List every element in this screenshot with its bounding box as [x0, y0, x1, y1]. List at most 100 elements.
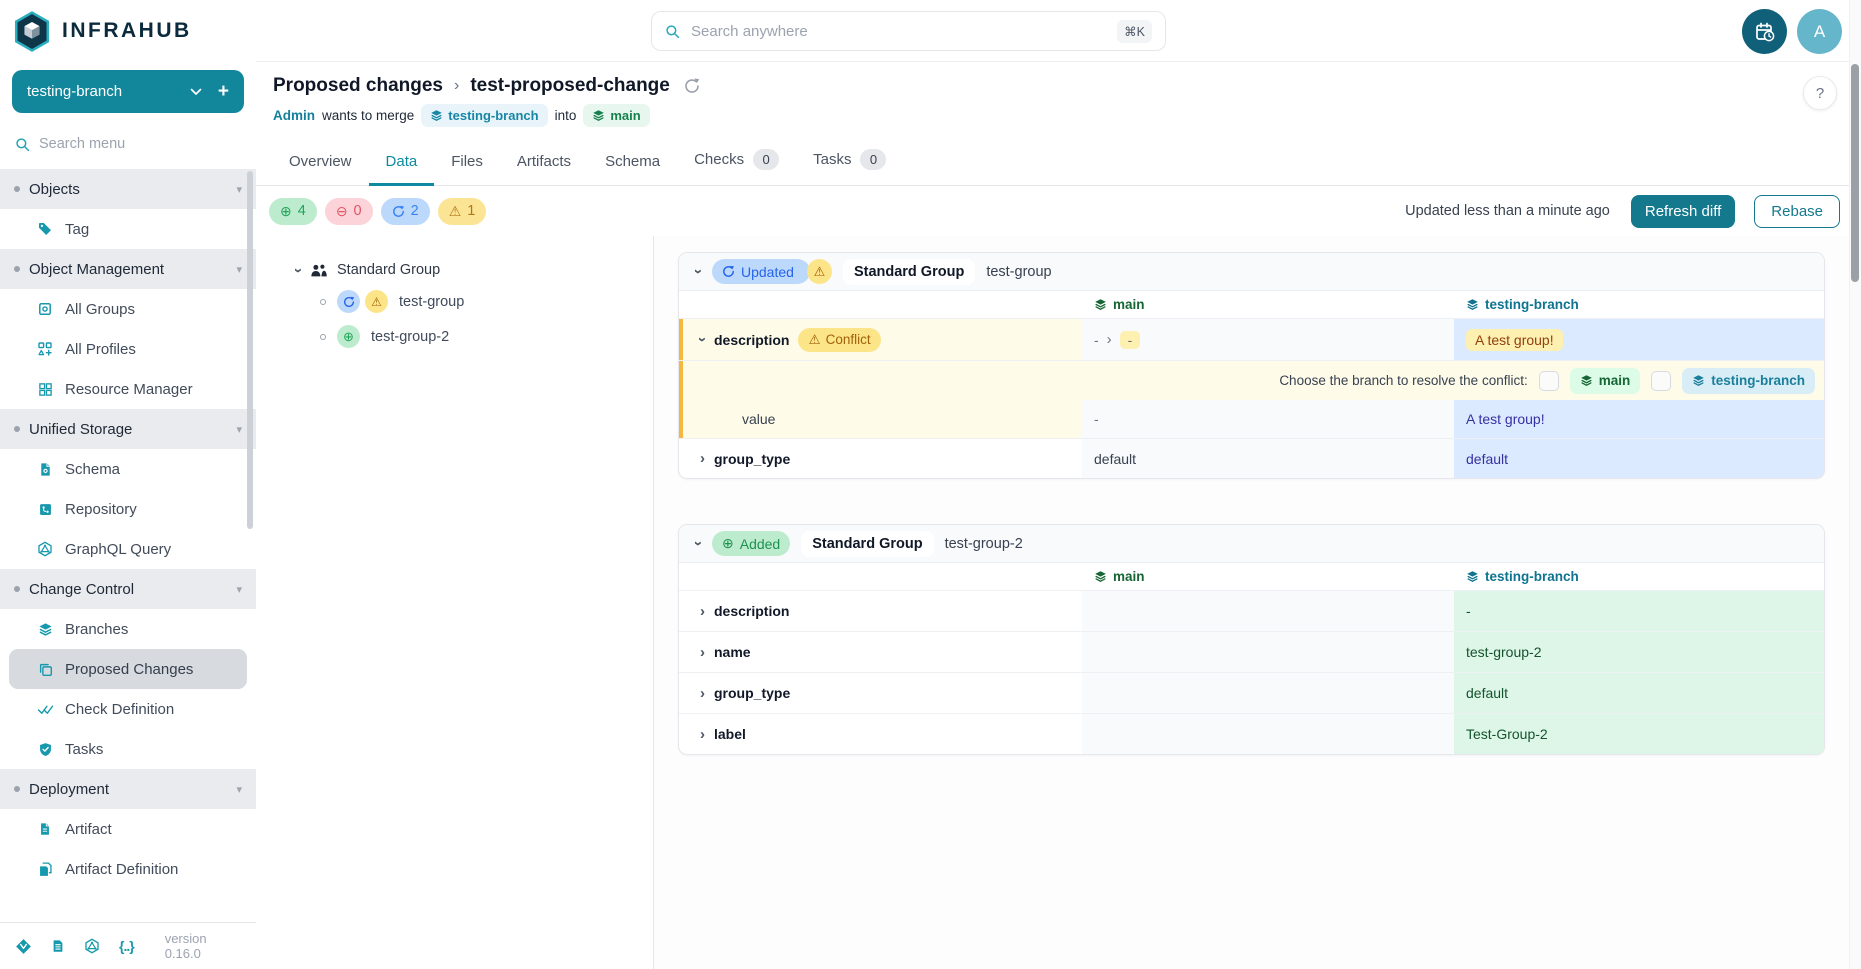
- topbar: ⌘K A: [256, 0, 1861, 62]
- tab-overview[interactable]: Overview: [272, 153, 369, 186]
- nav-item-label: Artifact Definition: [65, 861, 178, 878]
- nav-item-label: Branches: [65, 621, 128, 638]
- attribute-name: group_type: [714, 451, 790, 467]
- avatar[interactable]: A: [1797, 9, 1842, 54]
- resolve-branch-badge[interactable]: testing-branch: [1682, 368, 1815, 394]
- sidebar-item-tag[interactable]: Tag: [0, 209, 256, 249]
- page-title: test-proposed-change: [470, 75, 670, 97]
- row-description[interactable]: › description -: [679, 590, 1824, 631]
- sidebar-item-proposed-changes[interactable]: Proposed Changes: [9, 649, 247, 689]
- branch-layers-icon: [592, 109, 605, 122]
- sidebar-item-graphql-query[interactable]: GraphQL Query: [0, 529, 256, 569]
- nav-section-deployment[interactable]: Deployment ▾: [0, 769, 256, 809]
- page-scrollbar-thumb[interactable]: [1851, 64, 1859, 282]
- diff-tree-panel: › Standard Group ⚠ test-group: [256, 236, 654, 969]
- page-header: Proposed changes › test-proposed-change …: [256, 62, 1861, 138]
- updated-status-badge: Updated: [712, 259, 810, 284]
- sidebar-item-all-profiles[interactable]: All Profiles: [0, 329, 256, 369]
- conflict-count-badge: ⚠ 1: [438, 198, 487, 225]
- tab-files[interactable]: Files: [434, 153, 500, 186]
- diff-card-header[interactable]: › Updated ⚠ Standard Group test-group: [679, 253, 1824, 291]
- main-value: default: [1094, 451, 1136, 467]
- sidebar-item-artifact-definition[interactable]: Artifact Definition: [0, 849, 256, 889]
- docs-icon[interactable]: [51, 939, 65, 953]
- tree-node-test-group-2[interactable]: ⊕ test-group-2: [320, 325, 653, 348]
- nav-section-object-management[interactable]: Object Management ▾: [0, 249, 256, 289]
- sidebar-item-schema[interactable]: Schema: [0, 449, 256, 489]
- tab-tasks[interactable]: Tasks 0: [796, 149, 903, 186]
- branch-value: default: [1466, 685, 1508, 701]
- conflict-mini-badge: ⚠: [365, 290, 388, 313]
- nav-section-unified-storage[interactable]: Unified Storage ▾: [0, 409, 256, 449]
- object-name: test-group: [986, 264, 1051, 280]
- tab-label: Artifacts: [517, 153, 571, 170]
- nav-section-objects[interactable]: Objects ▾: [0, 169, 256, 209]
- global-search[interactable]: ⌘K: [651, 11, 1166, 51]
- sidebar-scrollbar-thumb[interactable]: [247, 171, 253, 529]
- resolve-branch-checkbox[interactable]: [1651, 371, 1671, 391]
- branch-selector[interactable]: testing-branch +: [12, 70, 244, 113]
- calendar-clock-icon: [1754, 21, 1776, 43]
- graphql-icon: [36, 541, 54, 557]
- tab-checks[interactable]: Checks0: [677, 149, 796, 186]
- sidebar-item-artifact[interactable]: Artifact: [0, 809, 256, 849]
- sidebar-item-check-definition[interactable]: Check Definition: [0, 689, 256, 729]
- tasks-count-badge: 0: [860, 149, 886, 170]
- row-description[interactable]: › description ⚠ Conflict - › -: [679, 318, 1824, 360]
- help-button[interactable]: ?: [1803, 76, 1837, 110]
- target-branch-badge: main: [583, 104, 649, 127]
- logo[interactable]: INFRAHUB: [0, 0, 256, 62]
- sidebar-item-all-groups[interactable]: All Groups: [0, 289, 256, 329]
- branch-column-header: testing-branch: [1454, 291, 1825, 318]
- tree-node-standard-group[interactable]: › Standard Group: [296, 262, 653, 278]
- sidebar-item-tasks[interactable]: Tasks: [0, 729, 256, 769]
- global-search-input[interactable]: [691, 23, 1106, 40]
- conflict-label: Conflict: [826, 332, 871, 347]
- swagger-braces-icon[interactable]: {..}: [119, 938, 134, 954]
- sidebar-search-input[interactable]: [39, 136, 241, 152]
- main-column-header: main: [1082, 563, 1454, 590]
- sidebar-item-resource-manager[interactable]: Resource Manager: [0, 369, 256, 409]
- add-branch-button[interactable]: +: [218, 81, 229, 103]
- updated-count: 2: [411, 203, 419, 219]
- resolve-main-checkbox[interactable]: [1539, 371, 1559, 391]
- tab-artifacts[interactable]: Artifacts: [500, 153, 588, 186]
- diff-cards-panel: › Updated ⚠ Standard Group test-group: [654, 236, 1861, 969]
- sidebar-nav: Objects ▾ Tag Object Management ▾ All Gr…: [0, 169, 256, 922]
- tree-bullet-icon: [320, 299, 326, 305]
- search-icon: [15, 137, 30, 152]
- rebase-button[interactable]: Rebase: [1754, 195, 1840, 228]
- row-group-type[interactable]: › group_type default default: [679, 438, 1824, 478]
- resolve-main-badge[interactable]: main: [1570, 368, 1641, 394]
- refresh-icon[interactable]: [683, 77, 701, 95]
- tab-schema[interactable]: Schema: [588, 153, 677, 186]
- tab-label: Tasks: [813, 151, 851, 168]
- row-label[interactable]: › label Test-Group-2: [679, 713, 1824, 754]
- infrahub-app: INFRAHUB testing-branch + Objects ▾: [0, 0, 1861, 969]
- diff-card-header[interactable]: › ⊕ Added Standard Group test-group-2: [679, 525, 1824, 563]
- object-type-badge: Standard Group: [843, 259, 975, 285]
- nav-section-label: Change Control: [29, 581, 134, 598]
- breadcrumb-parent[interactable]: Proposed changes: [273, 75, 443, 97]
- minus-circle-icon: ⊖: [336, 203, 348, 220]
- explorer-diamond-icon[interactable]: [15, 938, 32, 955]
- row-group-type[interactable]: › group_type default: [679, 672, 1824, 713]
- refresh-diff-button[interactable]: Refresh diff: [1631, 195, 1735, 228]
- caret-down-icon: ▾: [236, 783, 242, 796]
- tab-label: Schema: [605, 153, 660, 170]
- graphql-sandbox-icon[interactable]: [84, 938, 100, 954]
- sidebar-item-repository[interactable]: Repository: [0, 489, 256, 529]
- row-name[interactable]: › name test-group-2: [679, 631, 1824, 672]
- scheduler-button[interactable]: [1742, 9, 1787, 54]
- attribute-name: description: [714, 332, 789, 348]
- removed-count-badge: ⊖ 0: [325, 198, 373, 225]
- tree-node-test-group[interactable]: ⚠ test-group: [320, 290, 653, 313]
- tab-data[interactable]: Data: [369, 153, 435, 186]
- chevron-right-icon: ›: [700, 686, 705, 701]
- merge-author[interactable]: Admin: [273, 108, 315, 123]
- tree-children: ⚠ test-group ⊕ test-group-2: [296, 290, 653, 348]
- branch-value: -: [1466, 603, 1471, 619]
- sidebar-item-branches[interactable]: Branches: [0, 609, 256, 649]
- refresh-icon: [722, 265, 735, 278]
- nav-section-change-control[interactable]: Change Control ▾: [0, 569, 256, 609]
